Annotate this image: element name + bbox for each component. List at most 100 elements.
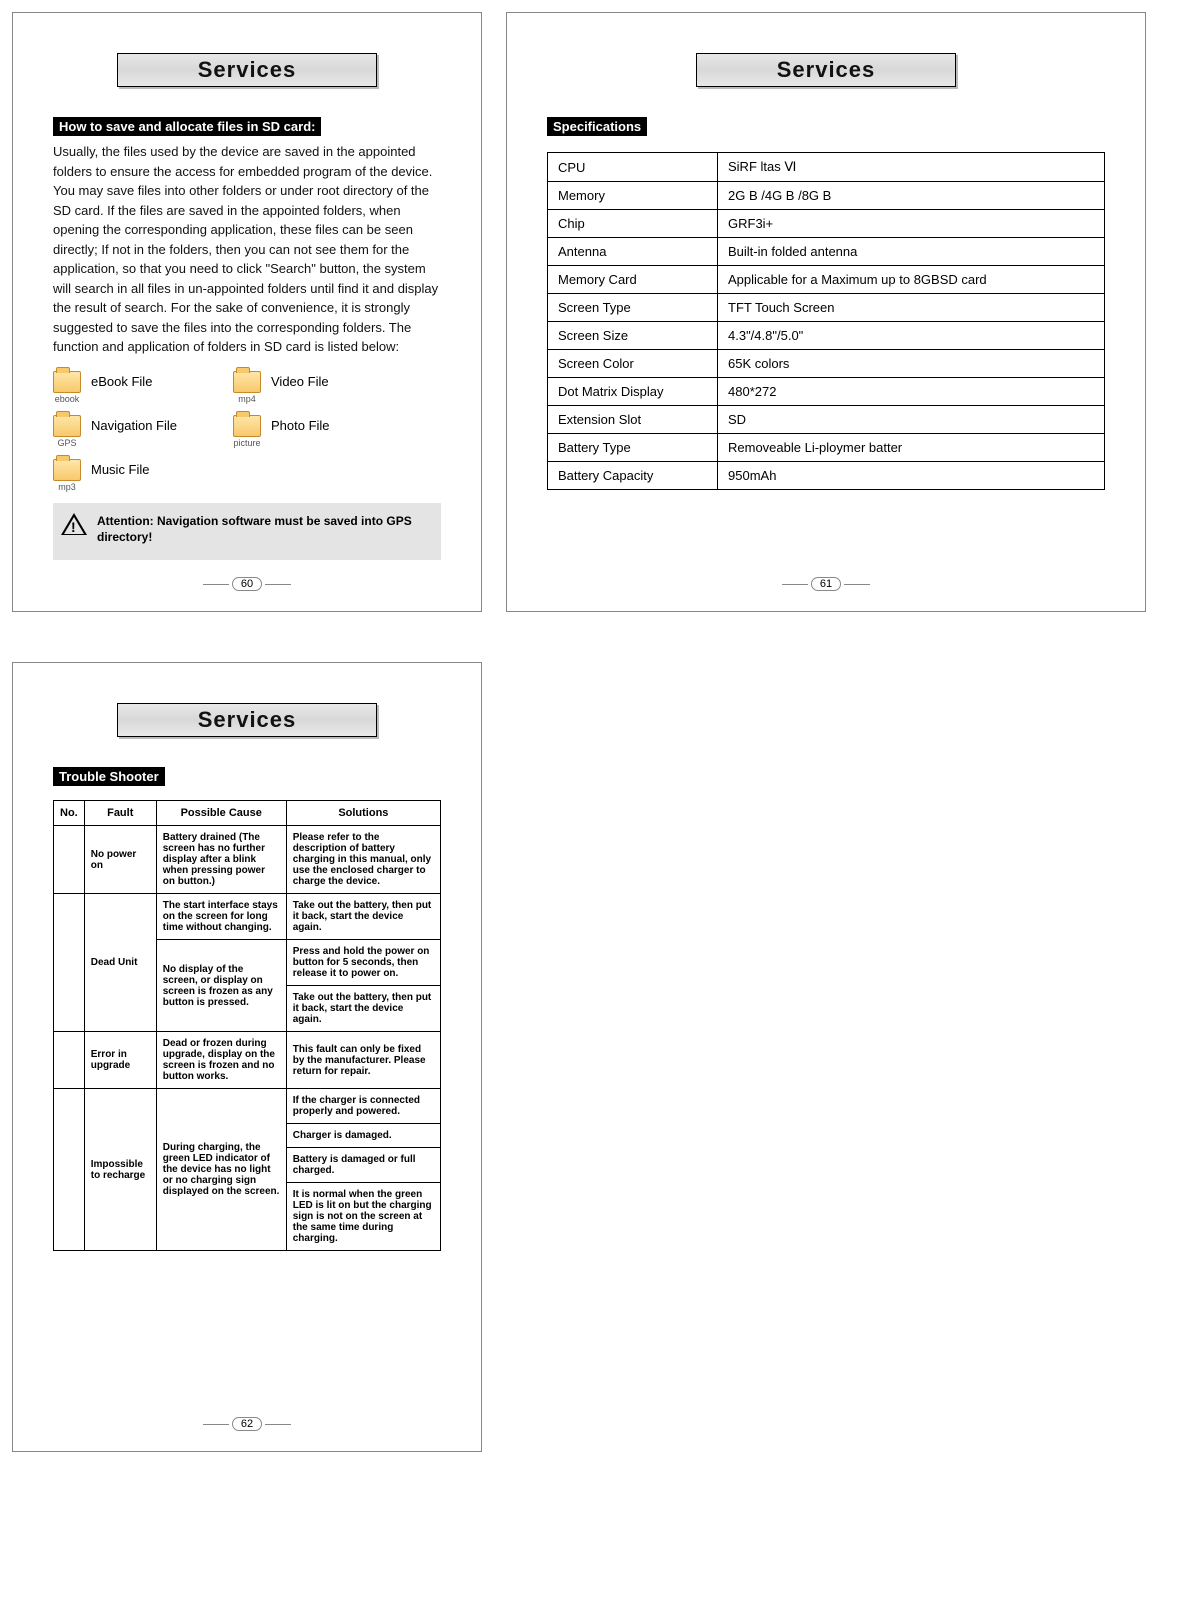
trouble-no xyxy=(54,894,85,1032)
spec-row: Screen Size4.3"/4.8"/5.0" xyxy=(548,322,1105,350)
section-banner: Services xyxy=(117,703,377,737)
spec-value: 950mAh xyxy=(718,462,1105,490)
section-heading: Trouble Shooter xyxy=(53,767,165,786)
spec-row: CPUSiRF ltas Ⅵ xyxy=(548,153,1105,182)
folder-label: Music File xyxy=(91,462,150,477)
trouble-fault: Error in upgrade xyxy=(84,1032,156,1089)
spec-value: 65K colors xyxy=(718,350,1105,378)
folder-item-ebook: ebook eBook File xyxy=(53,371,233,393)
spec-key: Battery Capacity xyxy=(548,462,718,490)
trouble-row: No power onBattery drained (The screen h… xyxy=(54,826,441,894)
trouble-solution: Charger is damaged. xyxy=(286,1124,440,1148)
trouble-solution: If the charger is connected properly and… xyxy=(286,1089,440,1124)
spec-row: Screen TypeTFT Touch Screen xyxy=(548,294,1105,322)
trouble-solution: Battery is damaged or full charged. xyxy=(286,1148,440,1183)
trouble-solution: This fault can only be fixed by the manu… xyxy=(286,1032,440,1089)
spec-key: Dot Matrix Display xyxy=(548,378,718,406)
spec-row: Memory2G B /4G B /8G B xyxy=(548,182,1105,210)
section-banner: Services xyxy=(696,53,956,87)
attention-label: Attention: xyxy=(97,514,154,528)
warning-icon-bang: ! xyxy=(71,518,76,538)
folder-caption: mp4 xyxy=(233,394,261,404)
banner-title: Services xyxy=(777,57,876,83)
spec-key: Screen Size xyxy=(548,322,718,350)
folder-label: Video File xyxy=(271,374,329,389)
spec-key: Extension Slot xyxy=(548,406,718,434)
manual-page-62: Services Trouble Shooter No. Fault Possi… xyxy=(12,662,482,1452)
trouble-solution: It is normal when the green LED is lit o… xyxy=(286,1183,440,1251)
spec-key: Antenna xyxy=(548,238,718,266)
folder-grid: ebook eBook File mp4 Video File GPS Navi… xyxy=(53,371,441,481)
trouble-fault: Dead Unit xyxy=(84,894,156,1032)
section-heading: How to save and allocate files in SD car… xyxy=(53,117,321,136)
trouble-row: Dead UnitThe start interface stays on th… xyxy=(54,894,441,940)
spec-key: Chip xyxy=(548,210,718,238)
folder-icon xyxy=(233,415,261,437)
folder-item-navigation: GPS Navigation File xyxy=(53,415,233,437)
trouble-solution: Take out the battery, then put it back, … xyxy=(286,894,440,940)
page-number: 61 xyxy=(507,577,1145,591)
manual-page-60: Services How to save and allocate files … xyxy=(12,12,482,612)
trouble-fault: Impossible to recharge xyxy=(84,1089,156,1251)
folder-caption: GPS xyxy=(53,438,81,448)
spec-value: Applicable for a Maximum up to 8GBSD car… xyxy=(718,266,1105,294)
trouble-cause: No display of the screen, or display on … xyxy=(156,940,286,1032)
folder-caption: picture xyxy=(233,438,261,448)
spec-row: Dot Matrix Display480*272 xyxy=(548,378,1105,406)
spec-value: SD xyxy=(718,406,1105,434)
banner-title: Services xyxy=(198,57,297,83)
folder-icon xyxy=(53,371,81,393)
spec-value: TFT Touch Screen xyxy=(718,294,1105,322)
spec-value: Built-in folded antenna xyxy=(718,238,1105,266)
spec-row: AntennaBuilt-in folded antenna xyxy=(548,238,1105,266)
spec-key: Screen Color xyxy=(548,350,718,378)
spec-row: Screen Color65K colors xyxy=(548,350,1105,378)
spec-value: 4.3"/4.8"/5.0" xyxy=(718,322,1105,350)
spec-key: Screen Type xyxy=(548,294,718,322)
specifications-table: CPUSiRF ltas ⅥMemory2G B /4G B /8G BChip… xyxy=(547,152,1105,490)
page-number: 62 xyxy=(13,1417,481,1431)
folder-item-photo: picture Photo File xyxy=(233,415,413,437)
spec-value: Removeable Li-ploymer batter xyxy=(718,434,1105,462)
attention-box: ! Attention: Navigation software must be… xyxy=(53,503,441,561)
trouble-no xyxy=(54,826,85,894)
folder-label: Photo File xyxy=(271,418,330,433)
folder-caption: ebook xyxy=(53,394,81,404)
trouble-cause: Dead or frozen during upgrade, display o… xyxy=(156,1032,286,1089)
page-number-value: 62 xyxy=(232,1417,262,1431)
spec-row: Memory CardApplicable for a Maximum up t… xyxy=(548,266,1105,294)
spec-key: Memory xyxy=(548,182,718,210)
col-cause: Possible Cause xyxy=(156,801,286,826)
trouble-solution: Press and hold the power on button for 5… xyxy=(286,940,440,986)
folder-label: eBook File xyxy=(91,374,152,389)
col-sol: Solutions xyxy=(286,801,440,826)
folder-label: Navigation File xyxy=(91,418,177,433)
folder-icon xyxy=(53,415,81,437)
trouble-row: Impossible to rechargeDuring charging, t… xyxy=(54,1089,441,1124)
page-number: 60 xyxy=(13,577,481,591)
section-banner: Services xyxy=(117,53,377,87)
spec-row: Battery Capacity950mAh xyxy=(548,462,1105,490)
spec-key: CPU xyxy=(548,153,718,182)
trouble-solution: Take out the battery, then put it back, … xyxy=(286,986,440,1032)
trouble-row: Error in upgradeDead or frozen during up… xyxy=(54,1032,441,1089)
folder-caption: mp3 xyxy=(53,482,81,492)
trouble-fault: No power on xyxy=(84,826,156,894)
trouble-cause: The start interface stays on the screen … xyxy=(156,894,286,940)
spec-value: GRF3i+ xyxy=(718,210,1105,238)
manual-page-61: Services Specifications CPUSiRF ltas ⅥMe… xyxy=(506,12,1146,612)
page-number-value: 60 xyxy=(232,577,262,591)
folder-item-music: mp3 Music File xyxy=(53,459,233,481)
page-number-value: 61 xyxy=(811,577,841,591)
col-no: No. xyxy=(54,801,85,826)
trouble-cause: During charging, the green LED indicator… xyxy=(156,1089,286,1251)
spec-key: Memory Card xyxy=(548,266,718,294)
trouble-table: No. Fault Possible Cause Solutions No po… xyxy=(53,800,441,1251)
spec-value: 480*272 xyxy=(718,378,1105,406)
spec-row: ChipGRF3i+ xyxy=(548,210,1105,238)
trouble-no xyxy=(54,1032,85,1089)
spec-value: SiRF ltas Ⅵ xyxy=(718,153,1105,182)
folder-icon xyxy=(53,459,81,481)
trouble-no xyxy=(54,1089,85,1251)
banner-title: Services xyxy=(198,707,297,733)
